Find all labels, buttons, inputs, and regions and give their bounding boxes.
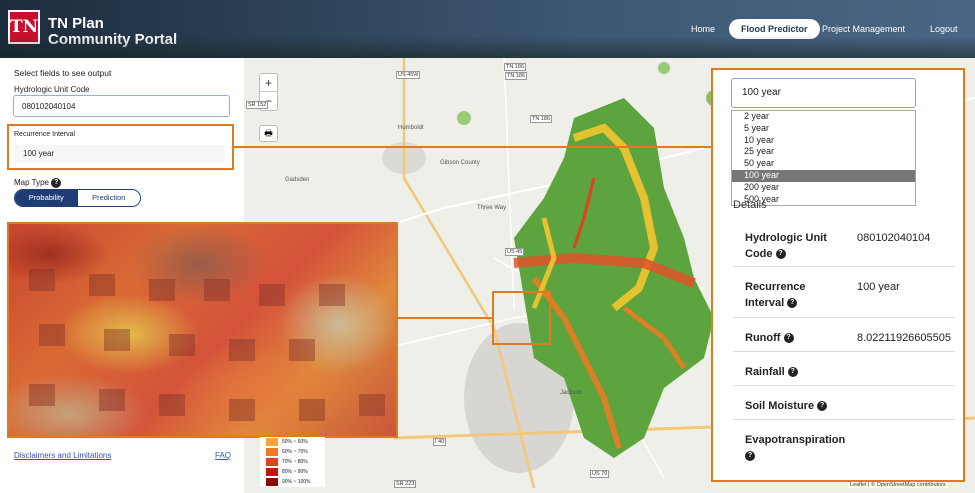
toggle-probability[interactable]: Probability (15, 190, 78, 206)
help-icon[interactable]: ? (787, 298, 798, 309)
legend-swatch (266, 458, 278, 466)
ri-select[interactable]: 100 year (15, 145, 225, 163)
details-table: Hydrologic Unit Code ? 080102040104 Recu… (733, 216, 955, 469)
instructions-text: Select fields to see output (14, 68, 112, 78)
help-icon[interactable]: ? (817, 401, 828, 412)
details-key-text: Runoff (745, 332, 781, 344)
road-label: US 45 (505, 248, 525, 256)
road-label: US 45W (396, 71, 421, 79)
legend-swatch (266, 438, 278, 446)
details-row: Evapotranspiration ? (733, 419, 955, 469)
road-label: I 40 (433, 438, 447, 446)
print-icon[interactable]: 🖶 (259, 125, 278, 142)
legend-label: 50% ~ 60% (282, 439, 308, 445)
brand-title: TN Plan Community Portal (48, 16, 177, 48)
map-type-toggle: Probability Prediction (14, 189, 141, 207)
road-label: SR 152 (246, 101, 269, 109)
nav-project-management[interactable]: Project Management (822, 19, 905, 39)
details-key: Rainfall ? (745, 364, 798, 380)
recurrence-interval-select[interactable]: 100 year (731, 78, 916, 108)
legend-item: 60% ~ 70% (260, 447, 325, 457)
legend-swatch (266, 478, 278, 486)
dropdown-option[interactable]: 25 year (732, 146, 915, 158)
map-type-label: Map Type ? (14, 178, 62, 188)
legend-item: 90% ~ 100% (260, 477, 325, 487)
tn-logo[interactable]: TN (8, 10, 40, 44)
town-label: Gadsden (285, 177, 310, 183)
recurrence-interval-highlight: Recurrence Interval 100 year (7, 124, 234, 170)
town-label: Gibson County (440, 160, 480, 166)
details-value: 100 year (857, 281, 900, 293)
legend-label: 70% ~ 80% (282, 459, 308, 465)
faq-link[interactable]: FAQ (215, 451, 231, 460)
legend-item: 50% ~ 60% (260, 437, 325, 447)
details-key-text: Evapotranspiration (745, 434, 846, 446)
toggle-prediction[interactable]: Prediction (77, 190, 140, 206)
road-label: SR 223 (394, 480, 417, 488)
zoom-focus-box (492, 291, 551, 345)
town-label: Three Way (477, 205, 507, 211)
help-icon[interactable]: ? (51, 178, 62, 188)
legend-item: 80% ~ 90% (260, 467, 325, 477)
dropdown-option[interactable]: 2 year (732, 111, 915, 123)
app-header: TN TN Plan Community Portal Home Flood P… (0, 0, 975, 58)
legend-label: 80% ~ 90% (282, 469, 308, 475)
help-icon[interactable]: ? (787, 367, 798, 378)
brand-line-1: TN Plan (48, 15, 104, 32)
details-key-text: Soil Moisture (745, 400, 815, 412)
huc-label: Hydrologic Unit Code (14, 85, 90, 94)
details-key-text: Hydrologic Unit Code (745, 232, 827, 260)
details-row: Hydrologic Unit Code ? 080102040104 (733, 216, 955, 266)
dropdown-option[interactable]: 10 year (732, 135, 915, 147)
details-key: Soil Moisture ? (745, 398, 828, 414)
brand-line-2: Community Portal (48, 31, 178, 48)
details-value: 080102040104 (857, 232, 931, 244)
details-title: Details (733, 199, 767, 211)
probability-legend: 50% ~ 60% 60% ~ 70% 70% ~ 80% 80% ~ 90% … (260, 437, 325, 487)
legend-label: 90% ~ 100% (282, 479, 311, 485)
help-icon[interactable]: ? (775, 249, 786, 260)
details-key: Runoff ? (745, 330, 794, 346)
recurrence-interval-dropdown: 2 year 5 year 10 year 25 year 50 year 10… (731, 110, 916, 206)
dropdown-option-selected[interactable]: 100 year (732, 169, 915, 182)
road-label: TN 186 (504, 63, 527, 71)
dropdown-connector (234, 146, 712, 148)
details-key: Evapotranspiration ? (745, 432, 865, 464)
nav-logout[interactable]: Logout (930, 19, 958, 39)
details-row: Rainfall ? (733, 351, 955, 385)
road-label: US 70 (590, 470, 610, 478)
road-label: TN 186 (505, 72, 528, 80)
map-attribution[interactable]: Leaflet | © OpenStreetMap contributors (848, 482, 948, 488)
legend-label: 60% ~ 70% (282, 449, 308, 455)
zoom-in-button[interactable]: + (260, 74, 277, 92)
ri-label: Recurrence Interval (14, 131, 76, 138)
disclaimers-link[interactable]: Disclaimers and Limitations (14, 451, 111, 460)
legend-swatch (266, 448, 278, 456)
inset-connector (396, 317, 493, 319)
nav-flood-predictor[interactable]: Flood Predictor (729, 19, 820, 39)
dropdown-option[interactable]: 50 year (732, 158, 915, 170)
town-label: Humboldt (398, 125, 424, 131)
legend-item: 70% ~ 80% (260, 457, 325, 467)
map-type-label-text: Map Type (14, 178, 49, 188)
town-label: Jackson (560, 390, 583, 396)
zoomed-inset-image (7, 222, 398, 438)
help-icon[interactable]: ? (783, 333, 794, 344)
details-row: Soil Moisture ? (733, 385, 955, 419)
details-key-text: Rainfall (745, 366, 785, 378)
help-icon[interactable]: ? (745, 451, 755, 462)
details-value: 8.02211926605505 (857, 332, 952, 344)
nav-home[interactable]: Home (691, 19, 715, 39)
legend-swatch (266, 468, 278, 476)
dropdown-option[interactable]: 200 year (732, 182, 915, 194)
road-label: TN 186 (530, 115, 553, 123)
details-key: Recurrence Interval ? (745, 279, 845, 311)
huc-input[interactable]: 080102040104 (13, 95, 230, 117)
details-row: Runoff ? 8.02211926605505 (733, 317, 955, 351)
details-row: Recurrence Interval ? 100 year (733, 266, 955, 317)
dropdown-option[interactable]: 5 year (732, 123, 915, 135)
details-key: Hydrologic Unit Code ? (745, 230, 845, 262)
